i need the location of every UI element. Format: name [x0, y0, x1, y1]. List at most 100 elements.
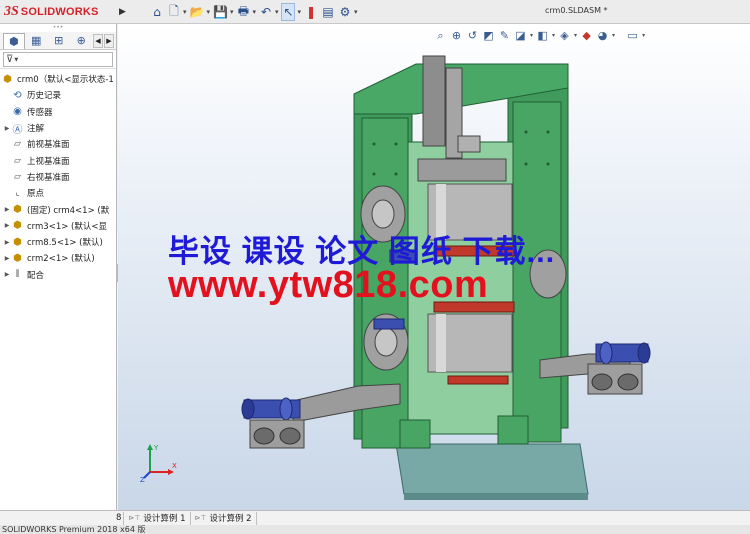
tree-item-label: 右视基准面 — [27, 172, 70, 183]
save-dropdown-icon[interactable]: ▾ — [230, 8, 234, 16]
section-view-icon[interactable]: ◩ — [482, 28, 495, 43]
select-pointer-icon[interactable]: ↖ — [281, 3, 296, 21]
view-settings-dropdown-icon[interactable]: ▾ — [642, 32, 645, 39]
previous-view-icon[interactable]: ↺ — [466, 28, 479, 43]
property-manager-tab[interactable]: ▦ — [26, 33, 48, 49]
zoom-to-fit-icon[interactable]: ⌕ — [434, 28, 447, 43]
expand-arrow-icon[interactable]: ▶ — [3, 125, 11, 132]
tab-scroll-right-icon[interactable]: ▶ — [104, 33, 114, 48]
tree-item-origin[interactable]: ⌞ 原点 — [0, 185, 116, 201]
tree-item-crm8-5[interactable]: ▶ ⬢ crm8.5<1> (默认) — [0, 234, 116, 250]
status-bar: SOLIDWORKS Premium 2018 x64 版 — [0, 525, 750, 534]
file-properties-icon[interactable]: ▤ — [321, 3, 335, 21]
origin-icon: ⌞ — [15, 188, 20, 199]
tree-item-crm2[interactable]: ▶ ⬢ crm2<1> (默认) — [0, 250, 116, 266]
tree-item-crm4[interactable]: ▶ ⬢ (固定) crm4<1> (默 — [0, 201, 116, 217]
tab-design-study-2[interactable]: ⊳⊤ 设计算例 2 — [191, 511, 257, 525]
expand-arrow-icon[interactable]: ▶ — [3, 255, 11, 262]
tree-item-label: crm3<1> (默认<显 — [27, 221, 107, 232]
tree-item-label: 原点 — [27, 189, 45, 200]
mates-icon: ⫴ — [15, 269, 20, 281]
tab-label: 设计算例 2 — [209, 514, 252, 524]
top-toolbar: 3S SOLIDWORKS ▶ ⌂ 🗋 ▾ 📂 ▾ 💾 ▾ 🖶 ▾ ↶ ▾ ↖ ▾ ❚ ▤ … — [0, 0, 750, 24]
options-gear-icon[interactable]: ⚙ — [338, 3, 352, 21]
assembly-icon: ⬢ — [3, 73, 12, 85]
tab-design-study-1[interactable]: ⊳⊤ 设计算例 1 — [124, 511, 191, 525]
apply-scene-dropdown-icon[interactable]: ▾ — [612, 32, 615, 39]
annotation-icon: Ⓐ — [12, 124, 23, 136]
dynamic-annotation-icon[interactable]: ✎ — [498, 28, 511, 43]
tree-item-sensors[interactable]: ◉ 传感器 — [0, 104, 116, 120]
undo-icon[interactable]: ↶ — [259, 3, 273, 21]
subassembly-icon: ⬢ — [13, 252, 22, 264]
expand-arrow-icon[interactable]: ▶ — [3, 271, 11, 278]
subassembly-icon: ⬢ — [13, 236, 22, 248]
edit-appearance-icon[interactable]: ◆ — [580, 28, 593, 43]
panel-tabs: ⬢ ▦ ⊞ ⊕ ◀ ▶ — [0, 32, 116, 50]
configuration-manager-tab[interactable]: ⊞ — [48, 33, 70, 49]
save-icon[interactable]: 💾 — [213, 3, 228, 21]
print-dropdown-icon[interactable]: ▾ — [252, 8, 256, 16]
open-folder-icon[interactable]: 📂 — [190, 3, 205, 21]
tree-item-label: 前视基准面 — [27, 140, 70, 151]
tree-item-annotations[interactable]: ▶ Ⓐ 注解 — [0, 120, 116, 136]
tree-item-mates[interactable]: ▶ ⫴ 配合 — [0, 267, 116, 283]
view-orientation-icon[interactable]: ◪ — [514, 28, 527, 43]
ds-logo-mark: 3S — [4, 4, 19, 19]
tree-item-top-plane[interactable]: ▱ 上视基准面 — [0, 152, 116, 168]
subassembly-icon: ⬢ — [13, 220, 22, 232]
document-title: crm0.SLDASM * — [545, 6, 608, 15]
tab-scroll-left-icon[interactable]: ◀ — [93, 33, 103, 48]
tab-label: 设计算例 1 — [143, 514, 186, 524]
tree-item-label: 配合 — [27, 270, 45, 281]
tree-item-label: 历史记录 — [27, 91, 62, 102]
select-dropdown-icon[interactable]: ▾ — [297, 8, 301, 16]
options-dropdown-icon[interactable]: ▾ — [354, 8, 358, 16]
tab-cut-off[interactable]: 8 — [0, 511, 125, 525]
display-style-dropdown-icon[interactable]: ▾ — [552, 32, 555, 39]
tree-item-crm3[interactable]: ▶ ⬢ crm3<1> (默认<显 — [0, 218, 116, 234]
expand-arrow-icon[interactable]: ▶ — [3, 206, 11, 213]
home-icon[interactable]: ⌂ — [150, 3, 164, 21]
dimxpert-tab[interactable]: ⊕ — [71, 33, 93, 49]
watermark-line-2: www.ytw818.com — [168, 264, 489, 306]
undo-dropdown-icon[interactable]: ▾ — [275, 8, 279, 16]
filter-icon: ⊽ — [6, 54, 14, 65]
hide-show-icon[interactable]: ◈ — [558, 28, 571, 43]
bottom-tab-bar: 8 ⊳⊤ 设计算例 1 ⊳⊤ 设计算例 2 — [0, 510, 750, 525]
feature-manager-tab[interactable]: ⬢ — [3, 32, 25, 49]
open-dropdown-icon[interactable]: ▾ — [206, 8, 210, 16]
expand-arrow-icon[interactable]: ▶ — [3, 222, 11, 229]
menu-expand-button[interactable]: ▶ — [117, 3, 128, 21]
rebuild-icon[interactable]: ❚ — [304, 3, 318, 21]
zoom-area-icon[interactable]: ⊕ — [450, 28, 463, 43]
solidworks-logo[interactable]: 3S SOLIDWORKS — [4, 3, 116, 21]
filter-input[interactable]: ⊽ ▼ — [3, 52, 113, 67]
hide-show-dropdown-icon[interactable]: ▾ — [574, 32, 577, 39]
plane-icon: ▱ — [14, 139, 21, 150]
view-settings-icon[interactable]: ▭ — [626, 28, 639, 43]
display-style-icon[interactable]: ◧ — [536, 28, 549, 43]
tree-item-history[interactable]: ⟲ 历史记录 — [0, 87, 116, 103]
view-orientation-dropdown-icon[interactable]: ▾ — [530, 32, 533, 39]
triad-z-label: Z — [140, 476, 145, 482]
tree-root[interactable]: ⬢ crm0（默认<显示状态-1 — [0, 71, 116, 87]
tree-item-label: crm8.5<1> (默认) — [27, 238, 103, 249]
feature-tree: ⬢ crm0（默认<显示状态-1 ⟲ 历史记录 ◉ 传感器 ▶ Ⓐ 注解 ▱ 前… — [0, 69, 116, 283]
tree-item-right-plane[interactable]: ▱ 右视基准面 — [0, 169, 116, 185]
apply-scene-icon[interactable]: ◕ — [596, 28, 609, 43]
graphics-viewport[interactable]: ⌕ ⊕ ↺ ◩ ✎ ◪ ▾ ◧ ▾ ◈ ▾ ◆ ◕ ▾ ▭ ▾ 毕设 课设 论文 图纸 下… — [118, 24, 750, 510]
plane-icon: ▱ — [14, 171, 21, 182]
coordinate-triad[interactable]: Y X Z — [140, 442, 180, 482]
tree-item-front-plane[interactable]: ▱ 前视基准面 — [0, 136, 116, 152]
tree-item-label: 上视基准面 — [27, 156, 70, 167]
new-document-icon[interactable]: 🗋 — [167, 3, 181, 21]
panel-grip-icon[interactable]: ••• — [0, 24, 116, 32]
filter-row: ⊽ ▼ — [0, 51, 116, 69]
heads-up-view-toolbar: ⌕ ⊕ ↺ ◩ ✎ ◪ ▾ ◧ ▾ ◈ ▾ ◆ ◕ ▾ ▭ ▾ — [434, 28, 645, 43]
tab-cut-label: 8 — [116, 513, 122, 523]
tree-root-label: crm0（默认<显示状态-1 — [17, 75, 114, 86]
new-dropdown-icon[interactable]: ▾ — [183, 8, 187, 16]
print-icon[interactable]: 🖶 — [236, 3, 250, 21]
expand-arrow-icon[interactable]: ▶ — [3, 239, 11, 246]
